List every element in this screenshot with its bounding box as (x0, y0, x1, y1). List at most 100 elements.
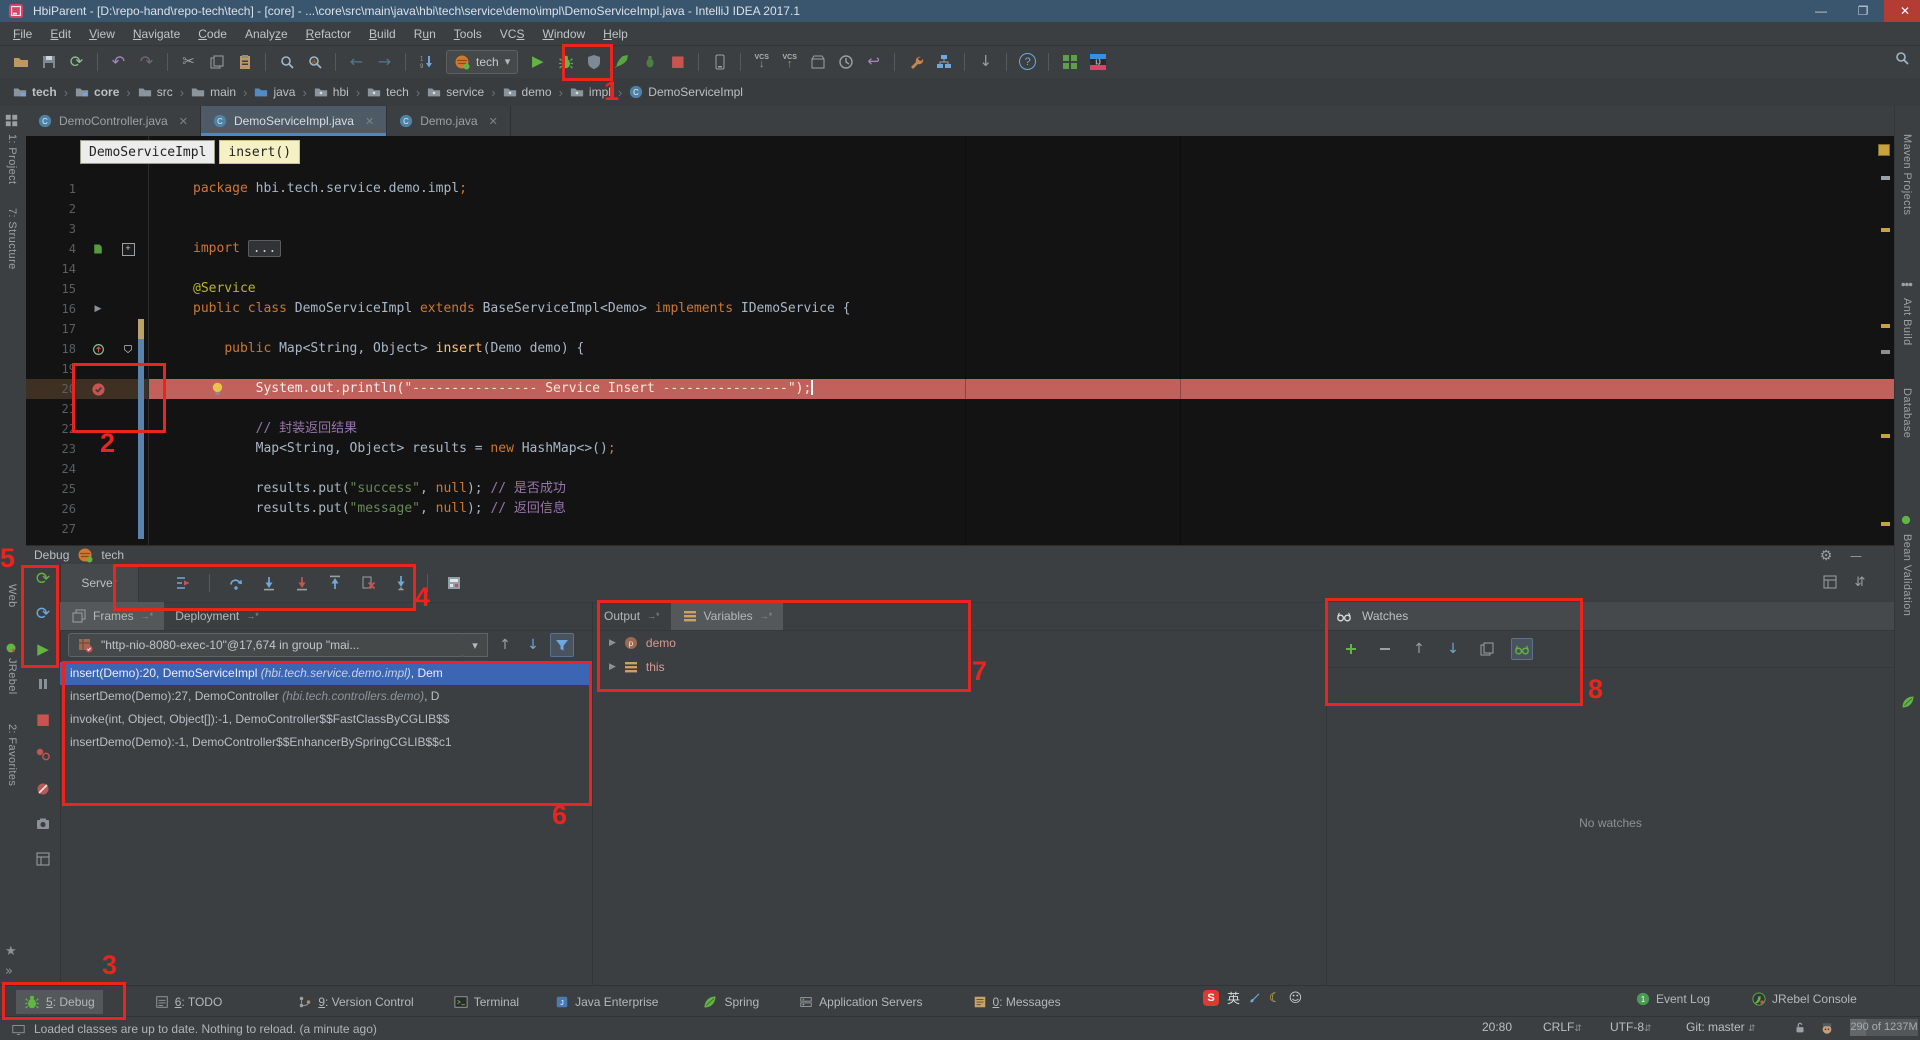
rollback-icon[interactable]: ↩ (861, 49, 886, 74)
more-icon[interactable]: » (5, 964, 13, 978)
stripe-button-jrebel[interactable]: JRebel (6, 658, 18, 695)
stack-frame[interactable]: insert(Demo):20, DemoServiceImpl (hbi.te… (60, 662, 592, 685)
step-out-icon[interactable] (323, 571, 347, 595)
rerun-icon[interactable]: ⟳ (32, 568, 54, 590)
debug-tab-label[interactable]: Debug (34, 548, 69, 562)
duplicate-watch-icon[interactable] (1477, 639, 1497, 659)
fold-marker[interactable] (120, 359, 136, 379)
ime-language-indicator[interactable]: 英 (1227, 988, 1240, 1007)
profile-icon[interactable] (609, 49, 634, 74)
smiley-icon[interactable]: ☺ (1289, 991, 1303, 1005)
menu-run[interactable]: Run (405, 24, 445, 44)
breadcrumb-item-java[interactable]: java (251, 83, 298, 101)
fold-marker[interactable] (120, 199, 136, 219)
git-branch-widget[interactable]: Git: master ⇵ (1686, 1020, 1756, 1034)
menu-navigate[interactable]: Navigate (124, 24, 189, 44)
stack-frame[interactable]: invoke(int, Object, Object[]):-1, DemoCo… (60, 708, 592, 731)
debug-settings-gear-icon[interactable]: ⚙ (1816, 546, 1836, 566)
replace-icon[interactable]: a (302, 49, 327, 74)
breadcrumb-item-demoserviceimpl[interactable]: CDemoServiceImpl (626, 83, 746, 101)
vcs-up-icon[interactable]: VCS↑ (777, 49, 802, 74)
fold-marker[interactable] (120, 519, 136, 539)
menu-build[interactable]: Build (360, 24, 405, 44)
hector-inspection-icon[interactable] (1820, 1021, 1834, 1035)
menu-analyze[interactable]: Analyze (236, 24, 297, 44)
vcs-down-icon[interactable]: VCS↓ (749, 49, 774, 74)
search-everywhere-icon[interactable] (1894, 50, 1910, 66)
menu-edit[interactable]: Edit (41, 24, 80, 44)
event-log[interactable]: 1Event Log (1628, 988, 1718, 1010)
step-over-icon[interactable] (224, 571, 248, 595)
show-execution-point-icon[interactable] (171, 571, 195, 595)
breadcrumb-item-demo[interactable]: demo (500, 83, 555, 101)
breadcrumb-item-tech[interactable]: tech (10, 83, 60, 101)
breadcrumb-item-src[interactable]: src (135, 83, 176, 101)
stripe-button-web[interactable]: Web (6, 584, 18, 608)
help-icon[interactable]: ? (1015, 49, 1040, 74)
idea-icon[interactable]: IJ (1085, 49, 1110, 74)
move-up-icon[interactable]: ↑ (1409, 639, 1429, 659)
unlock-icon[interactable] (1793, 1021, 1807, 1035)
intention-bulb-icon[interactable] (210, 381, 225, 396)
stack-frame[interactable]: insertDemo(Demo):27, DemoController (hbi… (60, 685, 592, 708)
move-down-icon[interactable]: ↓ (1443, 639, 1463, 659)
menu-file[interactable]: File (4, 24, 41, 44)
stop-icon[interactable]: ■ (665, 49, 690, 74)
cut-icon[interactable]: ✂ (176, 49, 201, 74)
sync-icon[interactable]: ⟳ (64, 49, 89, 74)
sticky-crumb-insert[interactable]: insert() (219, 140, 300, 164)
fold-marker[interactable] (120, 459, 136, 479)
toolwindow-button-spring[interactable]: Spring (694, 990, 767, 1014)
minimize-button[interactable]: — (1800, 0, 1842, 22)
force-step-into-icon[interactable] (290, 571, 314, 595)
history-icon[interactable] (833, 49, 858, 74)
tab-variables[interactable]: Variables→* (671, 602, 784, 630)
resume-icon[interactable]: ▶ (32, 638, 54, 660)
step-into-icon[interactable] (257, 571, 281, 595)
fold-marker[interactable] (120, 299, 136, 319)
coverage-icon[interactable] (581, 49, 606, 74)
structure-icon[interactable] (931, 49, 956, 74)
memory-indicator[interactable]: 290 of 1237M (1850, 1019, 1918, 1036)
view-breakpoints-icon[interactable] (32, 743, 54, 765)
updown-icon[interactable]: 19 (414, 49, 439, 74)
breadcrumb-item-tech[interactable]: tech (364, 83, 412, 101)
fold-marker[interactable] (120, 279, 136, 299)
toolwindow-button-6-todo[interactable]: 6: TODO (147, 991, 231, 1013)
stripe-button-1-project[interactable]: 1: Project (6, 134, 18, 184)
grid-icon[interactable] (1057, 49, 1082, 74)
stripe-button-2-favorites[interactable]: 2: Favorites (6, 724, 18, 786)
find-icon[interactable] (274, 49, 299, 74)
fold-marker[interactable] (120, 479, 136, 499)
toolwindow-button-5-debug[interactable]: 5: Debug (16, 990, 103, 1014)
fold-marker[interactable]: + (120, 239, 136, 259)
fold-marker[interactable] (120, 499, 136, 519)
stripe-button-ant-build[interactable]: Ant Build (1901, 298, 1913, 346)
breadcrumb-item-main[interactable]: main (188, 83, 239, 101)
breakpoint-gutter-icon[interactable] (76, 379, 120, 399)
hide-frames-filter-icon[interactable] (550, 633, 574, 657)
close-button[interactable]: ✕ (1884, 0, 1920, 22)
undo-icon[interactable]: ↶ (106, 49, 131, 74)
tab-frames[interactable]: Frames→* (60, 602, 164, 630)
stop-icon[interactable]: ■ (32, 708, 54, 730)
editor-tab-Demo.java[interactable]: CDemo.java✕ (387, 106, 511, 136)
add-watch-icon[interactable] (1341, 639, 1361, 659)
line-ending-selector[interactable]: CRLF⇵ (1543, 1020, 1582, 1034)
attach-icon[interactable] (637, 49, 662, 74)
ime-brush-icon[interactable] (1248, 991, 1261, 1004)
tab-output[interactable]: Output→* (593, 602, 671, 630)
maximize-button[interactable]: ❐ (1842, 0, 1884, 22)
stack-frame[interactable]: insertDemo(Demo):-1, DemoController$$Enh… (60, 731, 592, 754)
fold-marker[interactable] (120, 179, 136, 199)
breadcrumb-item-service[interactable]: service (424, 83, 487, 101)
menu-help[interactable]: Help (594, 24, 637, 44)
download-icon[interactable]: ↓ (973, 49, 998, 74)
editor-tab-DemoController.java[interactable]: CDemoController.java✕ (26, 106, 201, 136)
toolwindow-button-9-version-control[interactable]: 9: Version Control (290, 991, 421, 1013)
breadcrumb-item-impl[interactable]: impl (567, 83, 614, 101)
fold-marker[interactable] (120, 439, 136, 459)
toolwindow-button-0-messages[interactable]: 0: Messages (965, 991, 1069, 1013)
variable-demo[interactable]: ▶pdemo (593, 631, 1327, 655)
redo-icon[interactable]: ↷ (134, 49, 159, 74)
